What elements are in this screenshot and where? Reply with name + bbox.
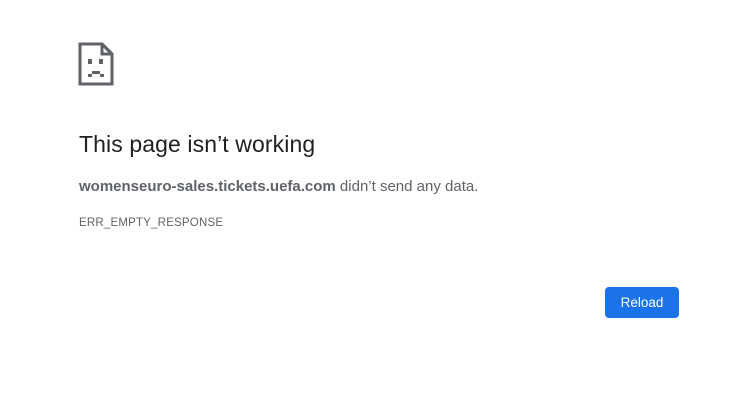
sad-page-icon <box>78 42 114 86</box>
error-code: ERR_EMPTY_RESPONSE <box>79 217 224 229</box>
error-host: womenseuro-sales.tickets.uefa.com <box>79 178 336 195</box>
page-title: This page isn’t working <box>79 131 316 157</box>
error-message-suffix: didn’t send any data. <box>335 178 479 195</box>
error-message: womenseuro-sales.tickets.uefa.com didn’t… <box>79 178 478 195</box>
error-page: This page isn’t working womenseuro-sales… <box>0 0 735 406</box>
reload-button[interactable]: Reload <box>605 287 679 318</box>
